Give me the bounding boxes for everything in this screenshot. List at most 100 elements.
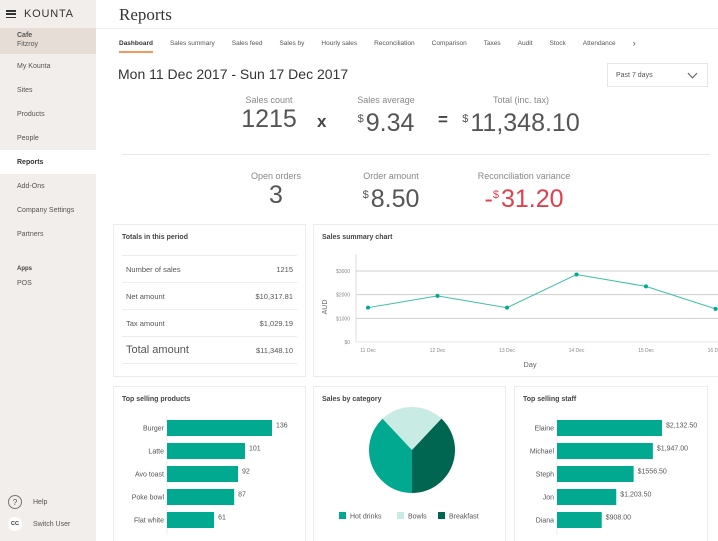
switch-user-link[interactable]: CC Switch User	[8, 513, 70, 535]
bar[interactable]	[167, 512, 215, 528]
header-divider	[96, 28, 718, 29]
user-avatar-icon: CC	[8, 517, 22, 531]
sidebar-nav: My Kounta Sites Products People Reports Add-O…	[0, 54, 96, 246]
kpi-value: $8.50	[349, 181, 433, 213]
currency-symbol: $	[362, 189, 369, 201]
sidebar-item-people[interactable]: People	[0, 126, 96, 150]
sidebar-item-company-settings[interactable]: Company Settings	[0, 198, 96, 222]
kpi-sales-average: Sales average $9.34	[350, 95, 422, 137]
sidebar-item-add-ons[interactable]: Add-Ons	[0, 174, 96, 198]
data-point[interactable]	[644, 284, 648, 289]
sidebar-item-sites[interactable]: Sites	[0, 78, 96, 102]
totals-row: Total amount $11,348.10	[122, 337, 297, 364]
kpi-value: $9.34	[350, 105, 422, 137]
sidebar-item-products[interactable]: Products	[0, 102, 96, 126]
data-point[interactable]	[435, 293, 440, 298]
bar[interactable]	[167, 420, 272, 436]
kpi-value: 3	[269, 181, 283, 209]
bar-category-label: Poke bowl	[132, 495, 165, 502]
tabs-next-icon[interactable]: ›	[633, 38, 636, 53]
tab-audit[interactable]: Audit	[518, 40, 533, 53]
bar-category-label: Steph	[536, 472, 554, 479]
bar-value-label: $1,203.50	[620, 492, 651, 499]
totals-value: $11,348.10	[256, 345, 293, 355]
bar-value-label: $1556.50	[638, 469, 667, 476]
x-axis-title: Day	[523, 360, 537, 369]
legend-label: Bowls	[408, 514, 427, 521]
bar-category-label: Diana	[536, 518, 554, 525]
multiply-sign: x	[317, 112, 327, 131]
period-select[interactable]: Past 7 days	[607, 63, 708, 87]
kpi-number: 31.20	[500, 185, 564, 213]
data-point[interactable]	[574, 272, 579, 277]
tab-sales-by[interactable]: Sales by	[279, 40, 304, 53]
totals-label: Tax amount	[126, 318, 165, 328]
sidebar-footer: ? Help CC Switch User	[8, 491, 70, 535]
data-point[interactable]	[366, 305, 370, 310]
kpi-label: Open orders	[250, 171, 302, 181]
bar[interactable]	[167, 466, 239, 482]
x-tick-label: 11 Dec	[360, 348, 376, 354]
sidebar-item-my-kounta[interactable]: My Kounta	[0, 54, 96, 78]
category-pie-chart: Hot drinks Bowls Breakfast	[339, 407, 479, 521]
top-products-panel: Top selling products Burger 136 Latte 101 Av…	[113, 386, 306, 541]
currency-symbol: $	[357, 113, 364, 125]
data-point[interactable]	[505, 305, 509, 310]
site-selector[interactable]: Cafe Fitzroy	[0, 28, 96, 54]
bar[interactable]	[557, 512, 602, 528]
sidebar-item-reports[interactable]: Reports	[0, 150, 96, 174]
tab-taxes[interactable]: Taxes	[484, 40, 501, 53]
kpi-number: 9.34	[365, 109, 415, 137]
legend-swatch	[397, 512, 404, 519]
kpi-label: Total (inc. tax)	[492, 95, 550, 105]
bar-value-label: $908.00	[606, 515, 631, 522]
bar[interactable]	[167, 489, 235, 505]
bar[interactable]	[167, 443, 245, 459]
bar[interactable]	[557, 466, 634, 482]
tab-hourly-sales[interactable]: Hourly sales	[321, 40, 357, 53]
bar-category-label: Burger	[143, 426, 165, 433]
page-title: Reports	[119, 5, 172, 24]
help-icon: ?	[8, 495, 22, 509]
bar-value-label: 61	[218, 515, 226, 522]
data-point[interactable]	[713, 306, 718, 311]
menu-icon[interactable]	[6, 10, 16, 18]
sidebar-item-partners[interactable]: Partners	[0, 222, 96, 246]
totals-row: Number of sales 1215	[122, 256, 297, 283]
currency-symbol: $	[462, 113, 469, 125]
y-axis-title: AUD	[322, 300, 329, 315]
totals-row: Net amount $10,317.81	[122, 283, 297, 310]
kpi-total: Total (inc. tax) $11,348.10	[461, 95, 581, 137]
totals-value: 1215	[276, 264, 293, 274]
totals-label: Total amount	[126, 344, 189, 356]
bar-value-label: 87	[238, 492, 246, 499]
kpi-divider	[122, 154, 710, 155]
kpi-number: 8.50	[370, 185, 420, 213]
help-link[interactable]: ? Help	[8, 491, 70, 513]
totals-row: Tax amount $1,029.19	[122, 310, 297, 337]
sidebar: KOUNTA Cafe Fitzroy My Kounta Sites Produc…	[0, 0, 96, 541]
period-select-value: Past 7 days	[616, 71, 653, 79]
x-tick-label: 15 Dec	[638, 348, 654, 354]
chevron-down-icon	[687, 68, 698, 78]
sidebar-item-pos[interactable]: POS	[0, 280, 96, 287]
tab-dashboard[interactable]: Dashboard	[119, 40, 153, 53]
tab-sales-summary[interactable]: Sales summary	[170, 40, 215, 53]
tab-comparison[interactable]: Comparison	[432, 40, 467, 53]
tab-stock[interactable]: Stock	[550, 40, 566, 53]
totals-label: Net amount	[126, 291, 165, 301]
bar[interactable]	[557, 443, 653, 459]
bar-category-label: Latte	[148, 449, 164, 456]
tab-attendance[interactable]: Attendance	[583, 40, 616, 53]
tab-sales-feed[interactable]: Sales feed	[232, 40, 263, 53]
bar-category-label: Avo toast	[135, 472, 164, 479]
y-tick-label: $0	[344, 340, 350, 346]
sales-by-category-panel: Sales by category Hot drinks Bowls Breakfa…	[313, 386, 506, 541]
bar[interactable]	[557, 420, 662, 436]
kpi-reconciliation-variance: Reconciliation variance -$31.20	[461, 171, 587, 213]
bar[interactable]	[557, 489, 617, 505]
bar-category-label: Flat white	[134, 518, 164, 525]
equals-sign: =	[438, 110, 448, 129]
tab-reconciliation[interactable]: Reconciliation	[374, 40, 414, 53]
kpi-label: Sales count	[245, 95, 293, 105]
